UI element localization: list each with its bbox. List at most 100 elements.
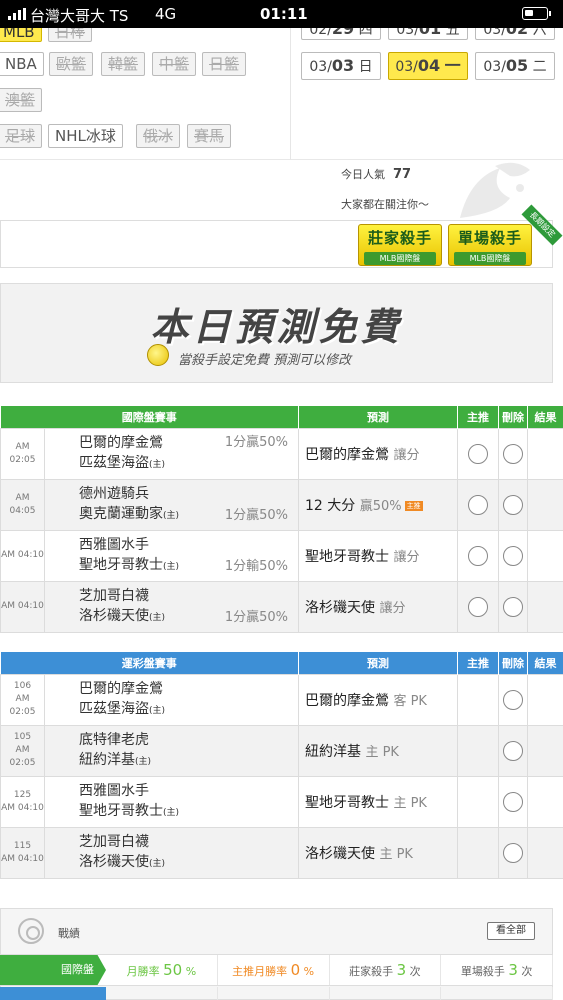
main-pick-radio[interactable]	[468, 443, 488, 464]
lightbulb-icon	[147, 344, 169, 366]
odds: 1分贏50%	[224, 434, 288, 450]
away-team: 芝加哥白襪	[79, 833, 149, 850]
home-team: 洛杉磯天使	[79, 607, 149, 624]
view-all-button[interactable]: 看全部	[487, 922, 535, 940]
delete-radio[interactable]	[503, 791, 523, 812]
date-button-today[interactable]: 03/04 一	[388, 52, 468, 80]
intl-record-row: 國際盤 月勝率 50 % 主推月勝率 0 % 莊家殺手 3 次 單場殺手 3 次	[0, 954, 553, 986]
home-team: 奧克蘭運動家	[79, 505, 163, 522]
main-pick-flag: 主推	[404, 500, 423, 511]
game-time: 125 AM 04:10	[0, 775, 45, 828]
date-button[interactable]: 03/05 二	[475, 52, 555, 80]
prediction-cell[interactable]: 12 大分 贏50% 主推	[298, 478, 458, 531]
game-time: 106 AM 02:05	[0, 673, 45, 726]
game-time: AM 04:05	[0, 478, 45, 531]
delete-radio[interactable]	[503, 443, 523, 464]
result-cell	[527, 529, 563, 582]
table-row: 125 AM 04:10 西雅圖水手 聖地牙哥教士(主) 聖地牙哥教士 主 PK	[0, 775, 563, 828]
sport-tag-korea-basketball[interactable]: 韓籃	[101, 52, 146, 76]
sport-tag-russia-hockey[interactable]: 俄冰	[136, 124, 181, 148]
home-mark: (主)	[149, 612, 166, 623]
delete-radio[interactable]	[503, 842, 523, 863]
delete-radio[interactable]	[503, 596, 523, 617]
sport-tag-horse-racing[interactable]: 賽馬	[187, 124, 232, 148]
signal-icon	[8, 8, 26, 20]
sport-tag-soccer[interactable]: 足球	[0, 124, 43, 148]
game-time: AM 04:10	[0, 580, 45, 633]
main-pick-radio[interactable]	[468, 596, 488, 617]
prediction-cell[interactable]: 巴爾的摩金鶯 客 PK	[298, 673, 458, 726]
intl-record-label: 國際盤	[0, 955, 106, 985]
date-weekday: 日	[358, 59, 373, 75]
away-team: 芝加哥白襪	[79, 587, 149, 604]
prediction-cell[interactable]: 洛杉磯天使 主 PK	[298, 826, 458, 879]
game-time: AM 04:10	[0, 529, 45, 582]
pick-note: 讓分	[379, 600, 406, 616]
main-pick-radio[interactable]	[468, 494, 488, 515]
result-cell	[527, 580, 563, 633]
pick-note: 讓分	[393, 549, 420, 565]
main-pick-cell	[457, 826, 499, 879]
free-prediction-subtitle: 當殺手設定免費 預測可以修改	[178, 353, 352, 368]
single-killer-sub: MLB國際盤	[454, 252, 526, 265]
away-team: 西雅圖水手	[79, 782, 149, 799]
table-row: AM 04:10 芝加哥白襪 洛杉磯天使(主) 1分贏50% 洛杉磯天使 讓分	[0, 580, 563, 633]
sport-tag-japan-basketball[interactable]: 日籃	[202, 52, 247, 76]
main-pick-cell	[457, 673, 499, 726]
pick-team: 巴爾的摩金鶯	[305, 446, 389, 463]
lottery-record-row	[0, 987, 553, 1000]
intl-games-table: 國際盤賽事 預測 主推 刪除 結果 AM 02:05 巴爾的摩金鶯 1分贏50% 匹…	[0, 406, 563, 633]
battery-icon	[522, 7, 551, 20]
delete-radio[interactable]	[503, 740, 523, 761]
delete-header: 刪除	[498, 406, 528, 428]
table-row: 106 AM 02:05 巴爾的摩金鶯 匹茲堡海盜(主) 巴爾的摩金鶯 客 PK	[0, 673, 563, 726]
main-monthly-win-rate: 主推月勝率 0 %	[218, 955, 330, 985]
delete-header: 刪除	[498, 652, 528, 674]
home-team: 紐約洋基	[79, 751, 135, 768]
odds: 1分輸50%	[224, 558, 288, 574]
home-mark: (主)	[135, 756, 152, 767]
pick-team: 巴爾的摩金鶯	[305, 692, 389, 709]
sport-tag-euro-basketball[interactable]: 歐籃	[49, 52, 94, 76]
predict-header: 預測	[298, 652, 458, 674]
prediction-cell[interactable]: 洛杉磯天使 讓分	[298, 580, 458, 633]
sport-tag-australia-basketball[interactable]: 澳籃	[0, 88, 43, 112]
sport-tag-nba[interactable]: NBA	[0, 52, 44, 76]
pick-note: 主 PK	[379, 846, 413, 862]
status-bar: 台灣大哥大 TS 4G 01:11	[0, 0, 563, 28]
delete-radio[interactable]	[503, 545, 523, 566]
delete-radio[interactable]	[503, 494, 523, 515]
watching-text: 大家都在關注你～	[341, 198, 429, 211]
main-pick-cell	[457, 724, 499, 777]
date-weekday: 一	[444, 56, 461, 75]
pick-team: 洛杉磯天使	[305, 599, 375, 616]
prediction-cell[interactable]: 聖地牙哥教士 主 PK	[298, 775, 458, 828]
pick-team: 聖地牙哥教士	[305, 548, 389, 565]
date-button[interactable]: 03/03 日	[301, 52, 381, 80]
sport-tag-china-basketball[interactable]: 中籃	[152, 52, 197, 76]
filter-divider	[290, 28, 291, 160]
delete-radio[interactable]	[503, 689, 523, 710]
single-killer-badge[interactable]: 單場殺手 MLB國際盤	[448, 218, 532, 270]
main-pick-radio[interactable]	[468, 545, 488, 566]
home-team: 聖地牙哥教士	[79, 556, 163, 573]
result-cell	[527, 826, 563, 879]
result-cell	[527, 427, 563, 480]
sport-tag-nhl[interactable]: NHL冰球	[48, 124, 123, 148]
game-teams: 西雅圖水手 聖地牙哥教士(主) 1分輸50%	[44, 529, 299, 582]
prediction-cell[interactable]: 紐約洋基 主 PK	[298, 724, 458, 777]
prediction-cell[interactable]: 聖地牙哥教士 讓分	[298, 529, 458, 582]
main-pick-cell	[457, 775, 499, 828]
banker-killer-sub: MLB國際盤	[364, 252, 436, 265]
match-header: 國際盤賽事	[0, 406, 299, 428]
single-killer-title: 單場殺手	[457, 229, 522, 247]
result-cell	[527, 724, 563, 777]
date-weekday: 二	[532, 59, 547, 75]
match-header: 運彩盤賽事	[0, 652, 299, 674]
home-mark: (主)	[163, 510, 180, 521]
game-teams: 巴爾的摩金鶯 匹茲堡海盜(主)	[44, 673, 299, 726]
popularity-value: 77	[393, 167, 412, 182]
prediction-cell[interactable]: 巴爾的摩金鶯 讓分	[298, 427, 458, 480]
result-cell	[527, 478, 563, 531]
banker-killer-badge[interactable]: 莊家殺手 MLB國際盤	[358, 218, 442, 270]
